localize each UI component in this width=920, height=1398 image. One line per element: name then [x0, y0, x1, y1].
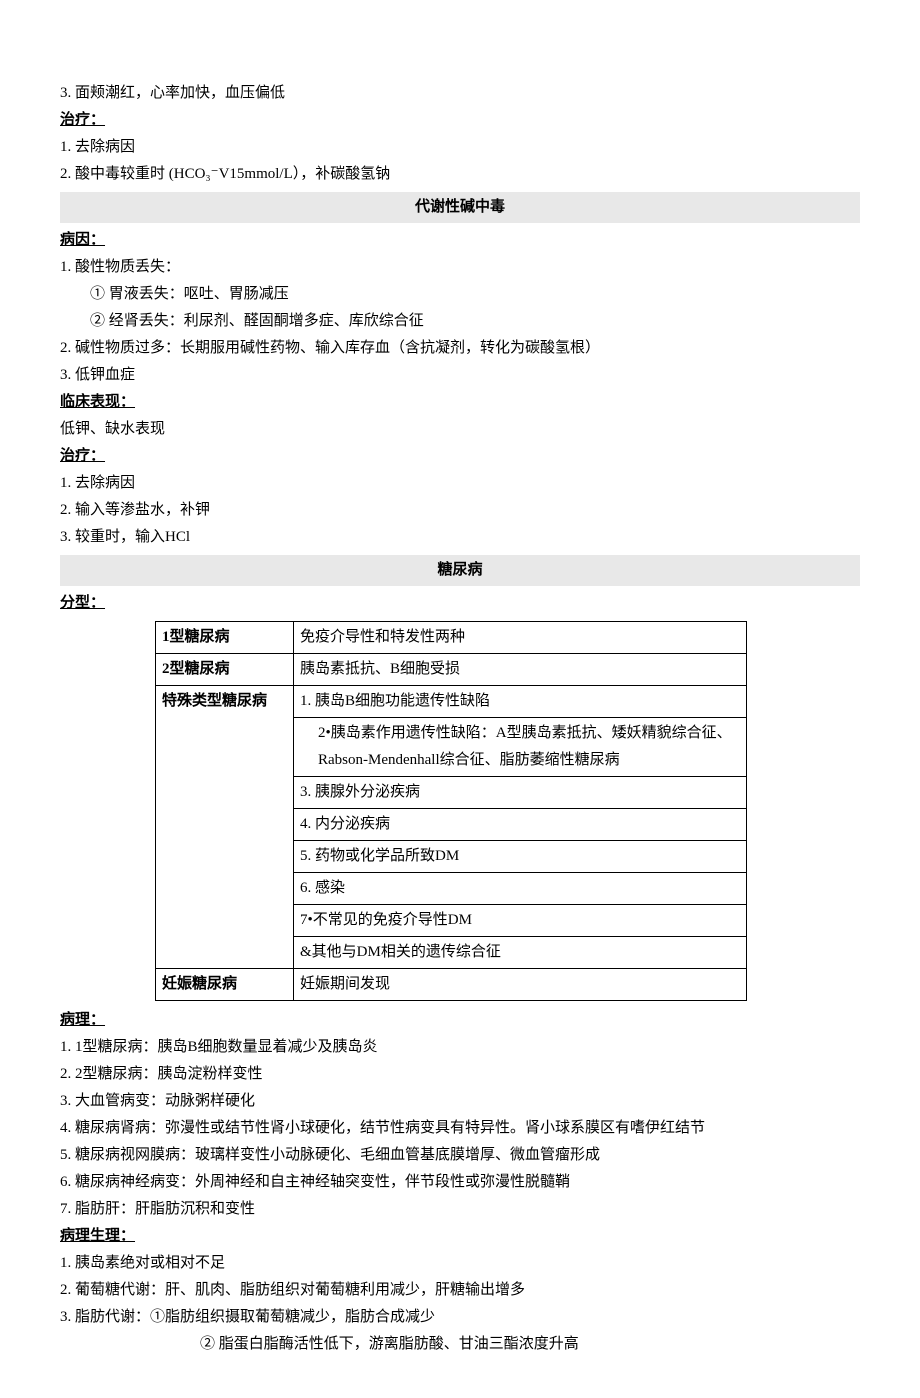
table-cell: 特殊类型糖尿病	[156, 686, 294, 969]
table-cell: 胰岛素抵抗、B细胞受损	[294, 654, 747, 686]
table-cell: 5. 药物或化学品所致DM	[294, 841, 747, 873]
list-item: 2. 碱性物质过多：长期服用碱性药物、输入库存血（含抗凝剂，转化为碳酸氢根）	[60, 335, 860, 362]
table-cell: 4. 内分泌疾病	[294, 809, 747, 841]
treatment-heading: 治疗：	[60, 443, 860, 470]
list-item: 3. 面颊潮红，心率加快，血压偏低	[60, 80, 860, 107]
table-cell: 6. 感染	[294, 873, 747, 905]
list-item: ② 脂蛋白脂酶活性低下，游离脂肪酸、甘油三酯浓度升高	[60, 1331, 860, 1358]
table-row: 特殊类型糖尿病 1. 胰岛B细胞功能遗传性缺陷	[156, 686, 747, 718]
list-item: 3. 较重时，输入HCl	[60, 524, 860, 551]
type-heading: 分型：	[60, 590, 860, 617]
list-item: 2. 葡萄糖代谢：肝、肌肉、脂肪组织对葡萄糖利用减少，肝糖输出增多	[60, 1277, 860, 1304]
pathophysiology-heading: 病理生理：	[60, 1223, 860, 1250]
pathology-heading: 病理：	[60, 1007, 860, 1034]
section-title-alkalosis: 代谢性碱中毒	[60, 192, 860, 223]
list-item: 7. 脂肪肝：肝脂肪沉积和变性	[60, 1196, 860, 1223]
body-text: 低钾、缺水表现	[60, 416, 860, 443]
table-row: 妊娠糖尿病 妊娠期间发现	[156, 969, 747, 1001]
list-item: 5. 糖尿病视网膜病：玻璃样变性小动脉硬化、毛细血管基底膜增厚、微血管瘤形成	[60, 1142, 860, 1169]
list-item: ② 经肾丢失：利尿剂、醛固酮增多症、库欣综合征	[60, 308, 860, 335]
table-cell: 2型糖尿病	[156, 654, 294, 686]
list-item: 2. 酸中毒较重时 (HCO₃⁻V15mmol/L），补碳酸氢钠	[60, 161, 860, 188]
table-cell: 免疫介导性和特发性两种	[294, 622, 747, 654]
diabetes-type-table: 1型糖尿病 免疫介导性和特发性两种 2型糖尿病 胰岛素抵抗、B细胞受损 特殊类型…	[155, 621, 747, 1001]
table-cell: &其他与DM相关的遗传综合征	[294, 937, 747, 969]
treatment-heading: 治疗：	[60, 107, 860, 134]
list-item: 6. 糖尿病神经病变：外周神经和自主神经轴突变性，伴节段性或弥漫性脱髓鞘	[60, 1169, 860, 1196]
list-item: 1. 胰岛素绝对或相对不足	[60, 1250, 860, 1277]
section-title-diabetes: 糖尿病	[60, 555, 860, 586]
list-item: 3. 脂肪代谢：①脂肪组织摄取葡萄糖减少，脂肪合成减少	[60, 1304, 860, 1331]
table-cell: 妊娠糖尿病	[156, 969, 294, 1001]
table-row: 1型糖尿病 免疫介导性和特发性两种	[156, 622, 747, 654]
list-item: 3. 大血管病变：动脉粥样硬化	[60, 1088, 860, 1115]
table-cell: 妊娠期间发现	[294, 969, 747, 1001]
list-item: 3. 低钾血症	[60, 362, 860, 389]
list-item: 1. 去除病因	[60, 470, 860, 497]
list-item: 1. 1型糖尿病：胰岛B细胞数量显着减少及胰岛炎	[60, 1034, 860, 1061]
cause-heading: 病因：	[60, 227, 860, 254]
table-cell: 7•不常见的免疫介导性DM	[294, 905, 747, 937]
table-row: 2型糖尿病 胰岛素抵抗、B细胞受损	[156, 654, 747, 686]
cell-text: 2•胰岛素作用遗传性缺陷：A型胰岛素抵抗、矮妖精貌综合征、Rabson-Mend…	[300, 720, 740, 774]
list-item: 1. 去除病因	[60, 134, 860, 161]
list-item: 2. 2型糖尿病：胰岛淀粉样变性	[60, 1061, 860, 1088]
clinical-heading: 临床表现：	[60, 389, 860, 416]
list-item: ① 胃液丢失：呕吐、胃肠减压	[60, 281, 860, 308]
list-item: 2. 输入等渗盐水，补钾	[60, 497, 860, 524]
list-item: 4. 糖尿病肾病：弥漫性或结节性肾小球硬化，结节性病变具有特异性。肾小球系膜区有…	[60, 1115, 860, 1142]
list-item: 1. 酸性物质丢失：	[60, 254, 860, 281]
table-cell: 1型糖尿病	[156, 622, 294, 654]
table-cell: 1. 胰岛B细胞功能遗传性缺陷	[294, 686, 747, 718]
table-cell: 2•胰岛素作用遗传性缺陷：A型胰岛素抵抗、矮妖精貌综合征、Rabson-Mend…	[294, 718, 747, 777]
table-cell: 3. 胰腺外分泌疾病	[294, 777, 747, 809]
